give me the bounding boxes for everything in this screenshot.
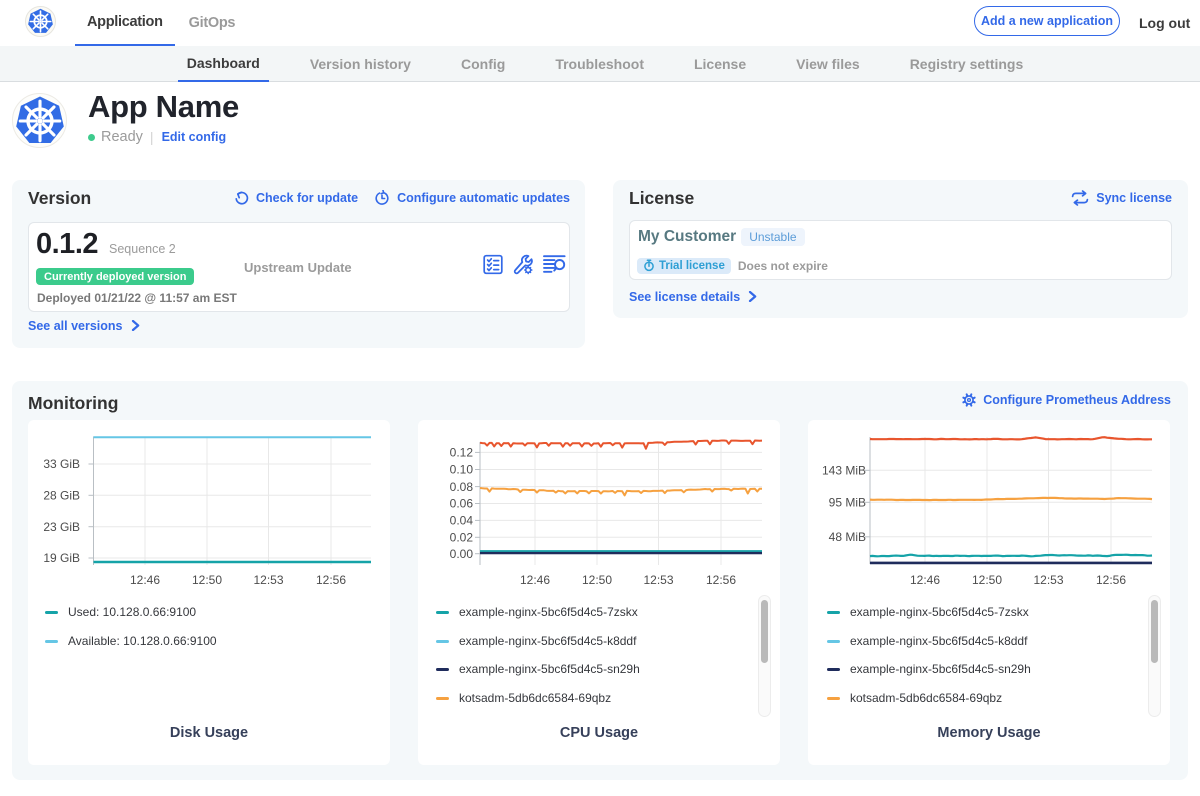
svg-text:0.06: 0.06 bbox=[450, 497, 474, 511]
svg-text:12:56: 12:56 bbox=[1096, 573, 1126, 587]
svg-text:33 GiB: 33 GiB bbox=[43, 457, 80, 471]
svg-text:12:53: 12:53 bbox=[643, 573, 673, 587]
svg-text:12:56: 12:56 bbox=[706, 573, 736, 587]
svg-text:0.12: 0.12 bbox=[450, 446, 474, 460]
svg-text:12:50: 12:50 bbox=[972, 573, 1002, 587]
svg-text:0.04: 0.04 bbox=[450, 514, 474, 528]
svg-text:28 GiB: 28 GiB bbox=[43, 489, 80, 503]
svg-text:0.08: 0.08 bbox=[450, 480, 474, 494]
svg-text:12:50: 12:50 bbox=[192, 573, 222, 587]
svg-text:95 MiB: 95 MiB bbox=[829, 496, 866, 510]
svg-text:0.02: 0.02 bbox=[450, 531, 474, 545]
svg-text:12:46: 12:46 bbox=[520, 573, 550, 587]
svg-text:48 MiB: 48 MiB bbox=[829, 530, 866, 544]
svg-text:12:46: 12:46 bbox=[130, 573, 160, 587]
svg-text:0.10: 0.10 bbox=[450, 463, 474, 477]
svg-text:12:56: 12:56 bbox=[316, 573, 346, 587]
svg-text:12:53: 12:53 bbox=[253, 573, 283, 587]
svg-text:23 GiB: 23 GiB bbox=[43, 520, 80, 534]
svg-text:12:53: 12:53 bbox=[1033, 573, 1063, 587]
svg-text:0.00: 0.00 bbox=[450, 547, 474, 561]
svg-text:143 MiB: 143 MiB bbox=[822, 464, 866, 478]
svg-text:19 GiB: 19 GiB bbox=[43, 551, 80, 565]
svg-text:12:50: 12:50 bbox=[582, 573, 612, 587]
svg-text:12:46: 12:46 bbox=[910, 573, 940, 587]
